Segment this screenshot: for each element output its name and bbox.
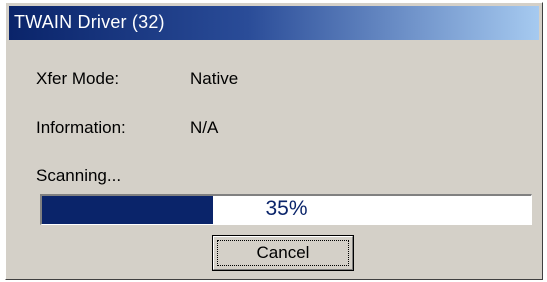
cancel-button-focus-rect: Cancel [217, 240, 349, 266]
progress-bar: 35% [40, 194, 532, 225]
xfer-mode-label: Xfer Mode: [36, 69, 120, 88]
status-text: Scanning... [36, 166, 122, 185]
cancel-button[interactable]: Cancel [212, 235, 354, 271]
xfer-mode-value: Native [190, 69, 239, 88]
title-bar[interactable]: TWAIN Driver (32) [9, 6, 539, 40]
information-label: Information: [36, 118, 126, 137]
twain-driver-dialog: TWAIN Driver (32) Xfer Mode: Native Info… [5, 2, 543, 280]
progress-percent-label: 35% [265, 197, 308, 220]
window-title: TWAIN Driver (32) [14, 12, 165, 32]
cancel-button-label: Cancel [256, 243, 310, 262]
information-value: N/A [190, 118, 219, 137]
